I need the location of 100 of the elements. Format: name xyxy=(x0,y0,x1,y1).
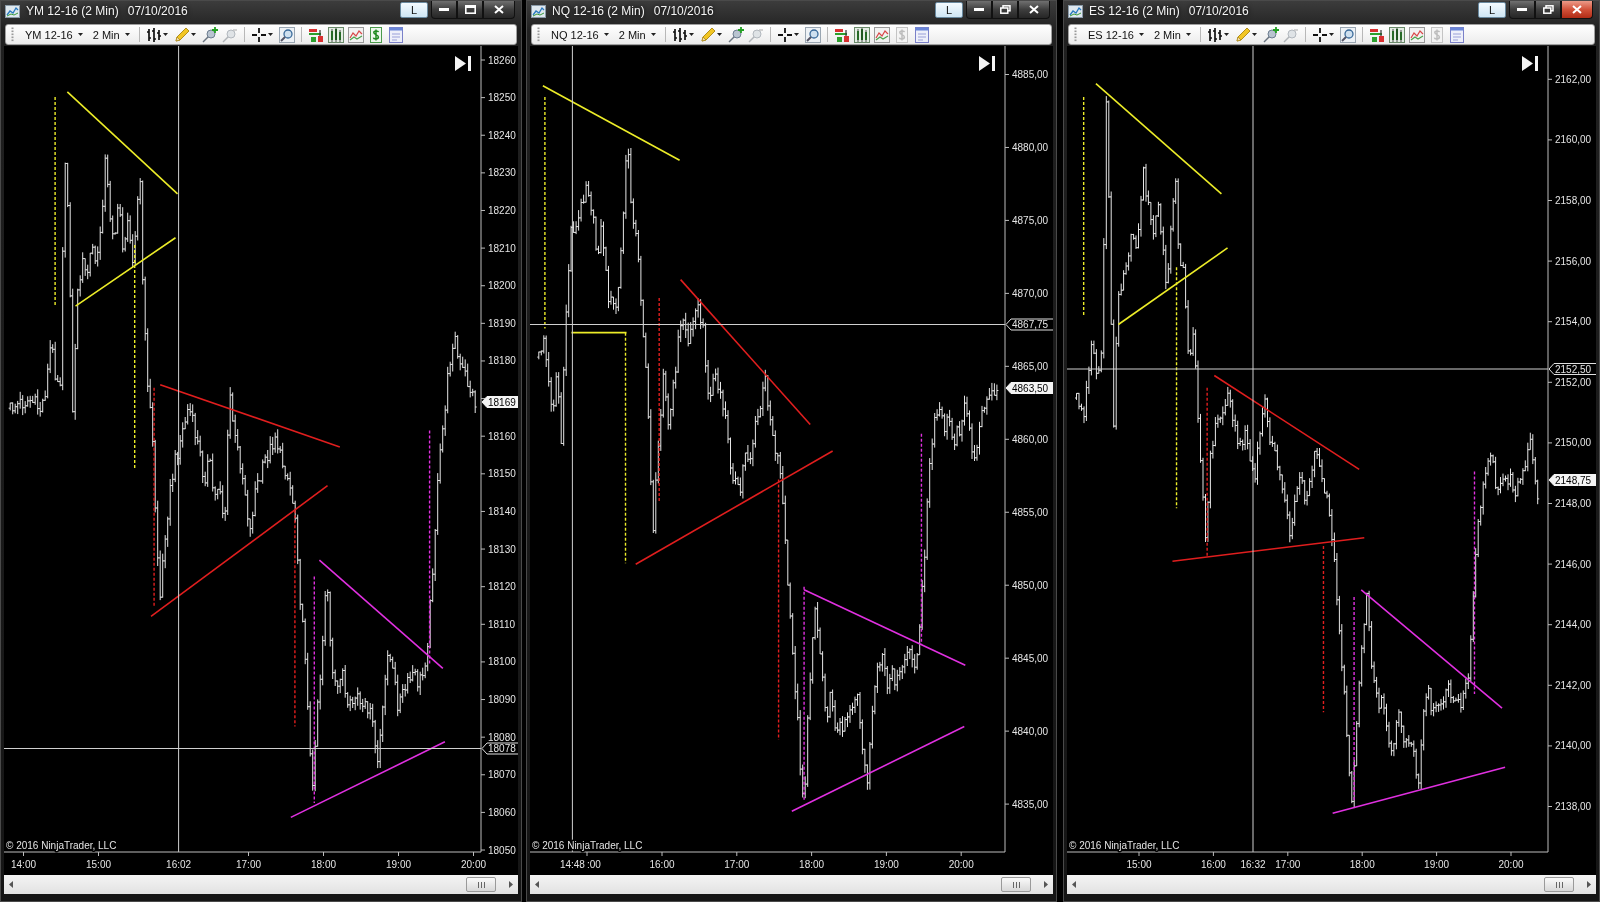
price-label: 18250 xyxy=(488,92,516,104)
scrollbar-thumb[interactable] xyxy=(1544,877,1574,892)
scroll-right-icon[interactable] xyxy=(509,881,513,888)
caret-icon[interactable] xyxy=(190,33,196,36)
magnifier-icon[interactable] xyxy=(804,26,821,43)
magnifier-icon[interactable] xyxy=(1339,26,1356,43)
crosshair-price-tag: 18078 xyxy=(481,742,518,755)
caret-icon xyxy=(77,33,83,36)
price-label: 18060 xyxy=(488,806,516,818)
price-label: 2140,00 xyxy=(1555,740,1592,752)
window-title: YM 12-16 (2 Min) xyxy=(26,3,119,20)
close-button[interactable] xyxy=(483,1,515,19)
scroll-left-icon[interactable] xyxy=(1072,881,1076,888)
bar-signals-icon[interactable] xyxy=(833,26,850,43)
time-label: :00 xyxy=(587,859,601,870)
magnifier-icon[interactable] xyxy=(278,26,295,43)
minimize-button[interactable] xyxy=(431,1,457,19)
crosshair-icon[interactable] xyxy=(1311,26,1328,43)
caret-icon[interactable] xyxy=(716,33,722,36)
bar-signals-icon[interactable] xyxy=(1368,26,1385,43)
link-button[interactable]: L xyxy=(1478,2,1506,18)
properties-icon[interactable] xyxy=(1448,26,1465,43)
scroll-left-icon[interactable] xyxy=(535,881,539,888)
caret-icon[interactable] xyxy=(267,33,273,36)
scrollbar-thumb[interactable] xyxy=(1001,877,1031,892)
horizontal-scrollbar[interactable] xyxy=(4,875,518,894)
bar-signals-icon[interactable] xyxy=(307,26,324,43)
toolbar-grip-icon[interactable] xyxy=(1074,27,1077,42)
link-button[interactable]: L xyxy=(935,2,963,18)
line-chart-icon[interactable] xyxy=(873,26,890,43)
maximize-button[interactable] xyxy=(457,1,483,19)
copyright-text: © 2016 NinjaTrader, LLC xyxy=(1069,840,1180,851)
scroll-right-icon[interactable] xyxy=(1044,881,1048,888)
price-label: 18240 xyxy=(488,129,516,141)
caret-icon[interactable] xyxy=(793,33,799,36)
horizontal-scrollbar[interactable] xyxy=(530,875,1053,894)
interval-dropdown[interactable]: 2 Min xyxy=(1150,28,1194,41)
time-label: 14:00 xyxy=(11,859,36,870)
properties-icon[interactable] xyxy=(387,26,404,43)
interval-dropdown[interactable]: 2 Min xyxy=(615,28,659,41)
time-label: 17:00 xyxy=(1275,859,1301,870)
crosshair-time-label: 16:32 xyxy=(1240,859,1266,870)
caret-icon[interactable] xyxy=(1328,33,1334,36)
caret-icon[interactable] xyxy=(162,33,168,36)
close-button[interactable] xyxy=(1561,1,1593,19)
minimize-icon xyxy=(439,8,449,11)
bar-chart-icon[interactable] xyxy=(1388,26,1405,43)
scroll-left-icon[interactable] xyxy=(9,881,13,888)
minimize-button[interactable] xyxy=(966,1,992,19)
line-chart-icon[interactable] xyxy=(347,26,364,43)
skip-to-end-icon[interactable] xyxy=(1522,56,1538,71)
time-label: 19:00 xyxy=(873,859,899,870)
minimize-button[interactable] xyxy=(1509,1,1535,19)
pin-plus-icon[interactable] xyxy=(727,26,744,43)
instrument-dropdown[interactable]: NQ 12-16 xyxy=(548,28,612,41)
price-label: 18260 xyxy=(488,54,516,66)
scroll-right-icon[interactable] xyxy=(1587,881,1591,888)
time-label: 18:00 xyxy=(799,859,825,870)
restore-button[interactable] xyxy=(1535,1,1561,19)
caret-icon[interactable] xyxy=(1251,33,1257,36)
crosshair-icon[interactable] xyxy=(250,26,267,43)
scrollbar-thumb[interactable] xyxy=(466,877,496,892)
price-label: 18190 xyxy=(488,317,516,329)
toolbar-grip-icon[interactable] xyxy=(537,27,540,42)
chart-window-icon xyxy=(531,5,546,18)
price-label: 4865,00 xyxy=(1012,360,1049,372)
crosshair-icon[interactable] xyxy=(776,26,793,43)
link-button[interactable]: L xyxy=(400,2,428,18)
ohlc-bars-icon[interactable] xyxy=(145,26,162,43)
ohlc-bars-icon[interactable] xyxy=(671,26,688,43)
ohlc-bars-icon[interactable] xyxy=(1206,26,1223,43)
toolbar-grip-icon[interactable] xyxy=(11,27,14,42)
caret-icon xyxy=(124,33,130,36)
chart-window-icon xyxy=(5,5,20,18)
grip-icon xyxy=(1555,881,1563,888)
properties-icon[interactable] xyxy=(913,26,930,43)
horizontal-scrollbar[interactable] xyxy=(1067,875,1596,894)
close-icon xyxy=(1029,5,1039,14)
close-button[interactable] xyxy=(1018,1,1050,19)
crosshair-price-tag: 4867,75 xyxy=(1005,318,1053,331)
pin-plus-icon[interactable] xyxy=(1262,26,1279,43)
dollar-icon[interactable] xyxy=(367,26,384,43)
bar-chart-icon[interactable] xyxy=(327,26,344,43)
window-title: ES 12-16 (2 Min) xyxy=(1089,3,1180,20)
bar-chart-icon[interactable] xyxy=(853,26,870,43)
grip-icon xyxy=(1012,881,1020,888)
skip-to-end-icon[interactable] xyxy=(455,56,471,71)
crosshair-time-label: 14:48 xyxy=(559,859,585,870)
restore-button[interactable] xyxy=(992,1,1018,19)
price-label: 2156,00 xyxy=(1555,255,1592,267)
instrument-dropdown[interactable]: YM 12-16 xyxy=(22,28,86,41)
instrument-dropdown[interactable]: ES 12-16 xyxy=(1085,28,1147,41)
pin-plus-icon[interactable] xyxy=(201,26,218,43)
skip-to-end-icon[interactable] xyxy=(979,56,995,71)
caret-icon[interactable] xyxy=(688,33,694,36)
last-price-tag: 18169 xyxy=(481,396,518,408)
maximize-icon xyxy=(464,5,476,14)
interval-dropdown[interactable]: 2 Min xyxy=(89,28,133,41)
caret-icon[interactable] xyxy=(1223,33,1229,36)
line-chart-icon[interactable] xyxy=(1408,26,1425,43)
